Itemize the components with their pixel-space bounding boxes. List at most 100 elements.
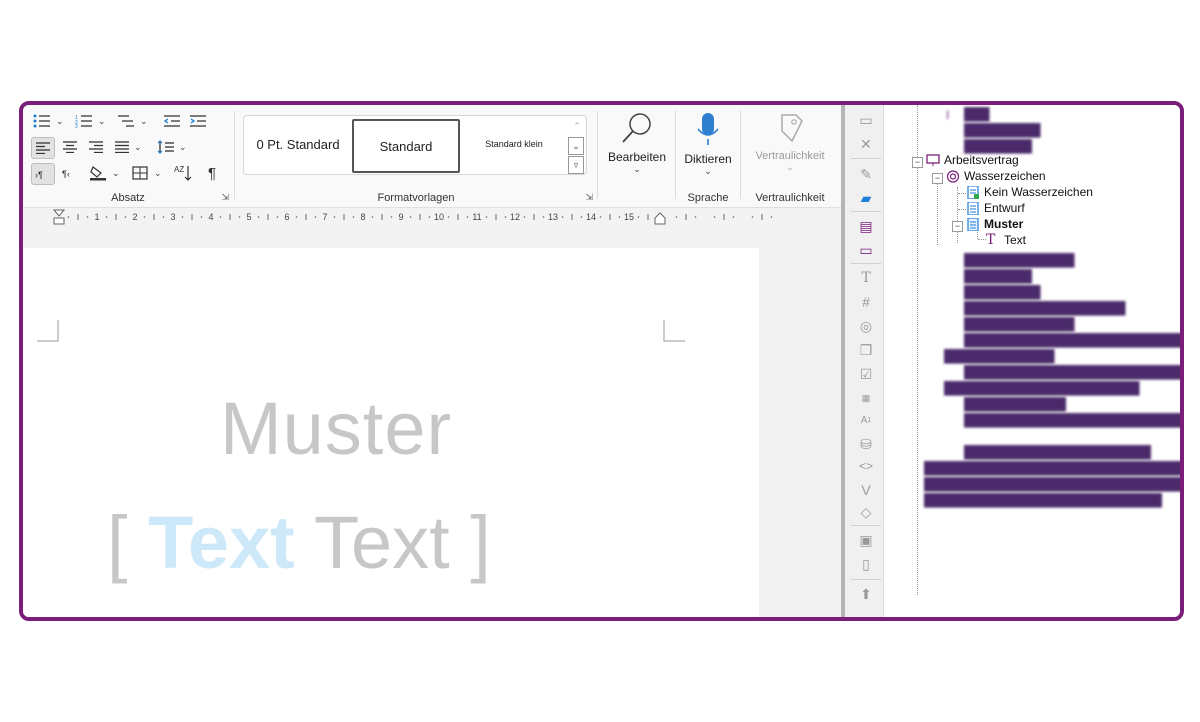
chevron-down-icon[interactable]: ⌄ — [140, 116, 148, 127]
chevron-down-icon[interactable]: ⌄ — [134, 142, 142, 153]
align-right-icon[interactable] — [85, 137, 107, 157]
tree-node-blurred[interactable]: ██████████████████████ — [946, 445, 1151, 459]
validation-icon[interactable]: V — [857, 481, 875, 499]
table-icon[interactable]: ▤ — [857, 217, 875, 235]
multilevel-list-icon[interactable] — [115, 111, 137, 131]
chevron-down-icon[interactable]: ⌄ — [112, 168, 120, 179]
horizontal-ruler[interactable]: 1 2 3 4 5 6 7 8 9 10 11 12 13 14 15 — [23, 208, 841, 226]
tree-node-blurred[interactable]: ████████ — [946, 269, 1032, 283]
chevron-down-icon[interactable]: ⌄ — [154, 168, 162, 179]
style-standard-klein[interactable]: Standard klein — [460, 119, 568, 169]
vertraulichkeit-button[interactable]: Vertraulichkeit ⌄ — [743, 111, 837, 173]
tree-node-blurred[interactable]: ███████████████████████ — [926, 381, 1140, 395]
monitor-icon — [926, 153, 940, 166]
right-indent-marker[interactable] — [654, 212, 666, 225]
clipboard-icon[interactable]: ▭ — [857, 111, 875, 129]
tree-node-blurred[interactable]: █████████████ — [946, 317, 1075, 331]
copy-icon[interactable]: ❐ — [857, 341, 875, 359]
structure-tree: I ███ █████████ ████████ − Arbeitsvertrag… — [883, 105, 1180, 617]
tree-node-text[interactable]: T Text — [986, 233, 1026, 248]
align-left-icon[interactable] — [31, 137, 55, 159]
tree-node-blurred[interactable] — [946, 429, 964, 442]
radio-icon[interactable]: ◎ — [857, 317, 875, 335]
rtl-text-icon[interactable]: ¶‹ — [59, 163, 81, 183]
close-icon[interactable]: ✕ — [857, 135, 875, 153]
tag-icon[interactable]: ◇ — [857, 503, 875, 521]
style-0pt-standard[interactable]: 0 Pt. Standard — [246, 119, 350, 169]
sort-icon[interactable]: AZ — [173, 163, 195, 183]
chevron-down-icon[interactable]: ⌄ — [56, 116, 64, 127]
edit-icon[interactable]: ✎ — [857, 165, 875, 183]
ruler-dot — [637, 216, 640, 218]
tree-node-blurred[interactable]: I ███ — [946, 107, 990, 122]
bullet-list-icon[interactable] — [31, 111, 53, 131]
dialog-launcher-icon[interactable]: ⇲ — [585, 192, 593, 203]
collapse-toggle[interactable]: − — [912, 157, 923, 168]
text-field-icon[interactable]: T — [857, 269, 875, 287]
superscript-icon[interactable]: A1 — [857, 411, 875, 429]
tree-node-blurred[interactable]: ████████████████████████████████ — [906, 461, 1180, 475]
tree-node-entwurf[interactable]: Entwurf — [966, 201, 1025, 215]
ruler-dot — [314, 216, 317, 218]
gallery-more-icon[interactable]: ▿ — [568, 156, 584, 174]
content-control-text[interactable]: [ Text Text ] — [107, 500, 491, 585]
number-field-icon[interactable]: # — [857, 293, 875, 311]
dialog-launcher-icon[interactable]: ⇲ — [221, 192, 229, 203]
help-icon[interactable]: ▣ — [857, 531, 875, 549]
arrow-up-icon[interactable]: ⬆ — [857, 585, 875, 603]
line-spacing-icon[interactable] — [155, 137, 177, 157]
bearbeiten-button[interactable]: Bearbeiten ⌄ — [601, 111, 673, 175]
group-separator — [597, 111, 598, 199]
tree-node-blurred[interactable]: ██████████████████████████ — [946, 365, 1180, 379]
ltr-text-icon[interactable]: ›¶ — [31, 163, 55, 185]
margin-corner-mark — [37, 320, 59, 342]
ruler-dot — [561, 216, 564, 218]
ruler-dot — [181, 216, 184, 218]
chevron-down-icon[interactable]: ⌄ — [98, 116, 106, 127]
justify-icon[interactable] — [111, 137, 133, 157]
tree-node-blurred[interactable]: ████████ — [946, 139, 1032, 153]
shading-bucket-icon[interactable] — [87, 163, 109, 183]
tree-node-muster[interactable]: Muster — [966, 217, 1023, 231]
checkbox-icon[interactable]: ☑ — [857, 365, 875, 383]
numbered-list-icon[interactable]: 123 — [73, 111, 95, 131]
tree-node-blurred[interactable]: ████████████ — [946, 397, 1066, 411]
tree-node-blurred[interactable]: ███████████████████ — [946, 301, 1126, 315]
ruler-dot — [86, 216, 89, 218]
diktieren-label: Diktieren — [684, 152, 732, 166]
tree-node-blurred[interactable]: ████████████████████████████████ — [946, 333, 1180, 347]
borders-icon[interactable] — [129, 163, 151, 183]
monitor-icon[interactable]: ▭ — [857, 241, 875, 259]
folder-open-icon[interactable]: ▰ — [857, 189, 875, 207]
tree-node-blurred[interactable]: ███████████████████████████ — [946, 413, 1180, 427]
tree-node-blurred[interactable]: ████████████████████████████ — [906, 493, 1162, 507]
calendar-icon[interactable]: ▦ — [857, 389, 875, 407]
gallery-down-icon[interactable]: ⌄ — [568, 137, 584, 155]
document-page[interactable]: Muster [ Text Text ] — [23, 248, 759, 617]
tree-node-blurred[interactable]: █████████ — [946, 285, 1041, 299]
ruler-dot — [485, 216, 488, 218]
collapse-toggle[interactable]: − — [932, 173, 943, 184]
tree-node-kein-wasserzeichen[interactable]: Kein Wasserzeichen — [966, 185, 1093, 199]
page-icon[interactable]: ▯ — [857, 555, 875, 573]
tree-node-wasserzeichen[interactable]: Wasserzeichen — [946, 169, 1046, 183]
bearbeiten-label: Bearbeiten — [607, 150, 667, 164]
increase-indent-icon[interactable] — [187, 111, 209, 131]
database-icon[interactable]: ⛁ — [857, 435, 875, 453]
tree-node-arbeitsvertrag[interactable]: Arbeitsvertrag — [926, 153, 1019, 167]
tree-node-blurred[interactable]: █████████████ — [946, 253, 1075, 267]
chevron-down-icon[interactable]: ⌄ — [179, 142, 187, 153]
tree-node-label: Muster — [984, 217, 1024, 231]
tree-node-blurred[interactable]: █████████████ — [926, 349, 1055, 363]
style-standard[interactable]: Standard — [352, 119, 460, 173]
pilcrow-icon[interactable]: ¶ — [201, 163, 223, 183]
decrease-indent-icon[interactable] — [161, 111, 183, 131]
collapse-toggle[interactable]: − — [952, 221, 963, 232]
gallery-up-icon[interactable]: ⌃ — [570, 118, 584, 134]
indent-marker[interactable] — [52, 209, 66, 225]
align-center-icon[interactable] — [59, 137, 81, 157]
diktieren-button[interactable]: Diktieren ⌄ — [677, 111, 739, 177]
tree-node-blurred[interactable]: █████████ — [946, 123, 1041, 137]
tree-node-blurred[interactable]: ██████████████████████████████████████ — [906, 477, 1180, 491]
code-icon[interactable]: <> — [857, 457, 875, 475]
